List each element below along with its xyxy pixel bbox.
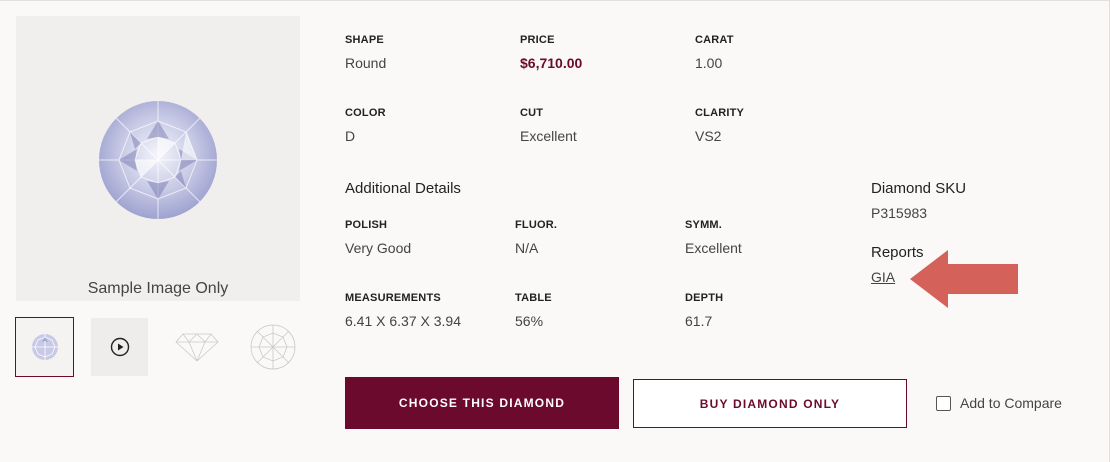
spec-label: TABLE — [515, 292, 552, 304]
spec-label: SHAPE — [345, 34, 384, 46]
spec-depth: DEPTH 61.7 — [685, 292, 723, 329]
diamond-top-view-icon — [250, 324, 295, 370]
spec-measurements: MEASUREMENTS 6.41 X 6.37 X 3.94 — [345, 292, 461, 329]
spec-value: D — [345, 128, 356, 144]
add-to-compare[interactable]: Add to Compare — [936, 395, 1062, 411]
buy-diamond-only-button[interactable]: BUY DIAMOND ONLY — [633, 379, 907, 428]
choose-diamond-button[interactable]: CHOOSE THIS DIAMOND — [345, 377, 619, 429]
spec-label: MEASUREMENTS — [345, 292, 441, 304]
spec-value: N/A — [515, 240, 539, 256]
spec-label: PRICE — [520, 34, 555, 46]
spec-table: TABLE 56% — [515, 292, 552, 329]
additional-details-title: Additional Details — [345, 180, 461, 197]
play-video-icon — [110, 337, 129, 357]
diamond-profile-icon — [174, 333, 219, 362]
spec-value: 61.7 — [685, 313, 713, 329]
spec-fluorescence: FLUOR. N/A — [515, 219, 557, 256]
spec-label: SYMM. — [685, 219, 723, 231]
spec-price: PRICE $6,710.00 — [520, 34, 582, 71]
spec-symmetry: SYMM. Excellent — [685, 219, 742, 256]
diamond-image — [99, 101, 217, 219]
spec-color: COLOR D — [345, 107, 386, 144]
sku-value: P315983 — [871, 205, 928, 221]
price-value: $6,710.00 — [520, 55, 583, 71]
spec-shape: SHAPE Round — [345, 34, 386, 71]
spec-label: FLUOR. — [515, 219, 558, 231]
spec-label: CUT — [520, 107, 544, 119]
thumbnail-video[interactable] — [91, 318, 148, 376]
thumbnail-photo[interactable] — [15, 317, 74, 377]
spec-label: COLOR — [345, 107, 386, 119]
spec-value: Round — [345, 55, 387, 71]
spec-carat: CARAT 1.00 — [695, 34, 734, 71]
left-arrow-icon — [910, 250, 1018, 308]
gia-report-link[interactable]: GIA — [871, 269, 895, 285]
diamond-photo-icon — [31, 334, 58, 360]
thumbnail-profile[interactable] — [167, 317, 226, 377]
compare-checkbox[interactable] — [936, 395, 951, 411]
spec-value: Very Good — [345, 240, 412, 256]
spec-value: 1.00 — [695, 55, 723, 71]
spec-label: POLISH — [345, 219, 388, 231]
spec-value: Excellent — [520, 128, 577, 144]
compare-label: Add to Compare — [960, 395, 1062, 411]
thumbnail-top-view[interactable] — [243, 317, 302, 377]
spec-value: VS2 — [695, 128, 722, 144]
spec-polish: POLISH Very Good — [345, 219, 411, 256]
spec-label: CLARITY — [695, 107, 745, 119]
sample-image-caption: Sample Image Only — [87, 280, 229, 297]
spec-value: 56% — [515, 313, 544, 329]
spec-cut: CUT Excellent — [520, 107, 577, 144]
spec-clarity: CLARITY VS2 — [695, 107, 744, 144]
spec-value: 6.41 X 6.37 X 3.94 — [345, 313, 461, 329]
spec-label: CARAT — [695, 34, 734, 46]
spec-value: Excellent — [685, 240, 742, 256]
spec-label: DEPTH — [685, 292, 724, 304]
sku-label: Diamond SKU — [871, 180, 967, 197]
main-diamond-image-panel[interactable]: Sample Image Only — [16, 16, 300, 301]
